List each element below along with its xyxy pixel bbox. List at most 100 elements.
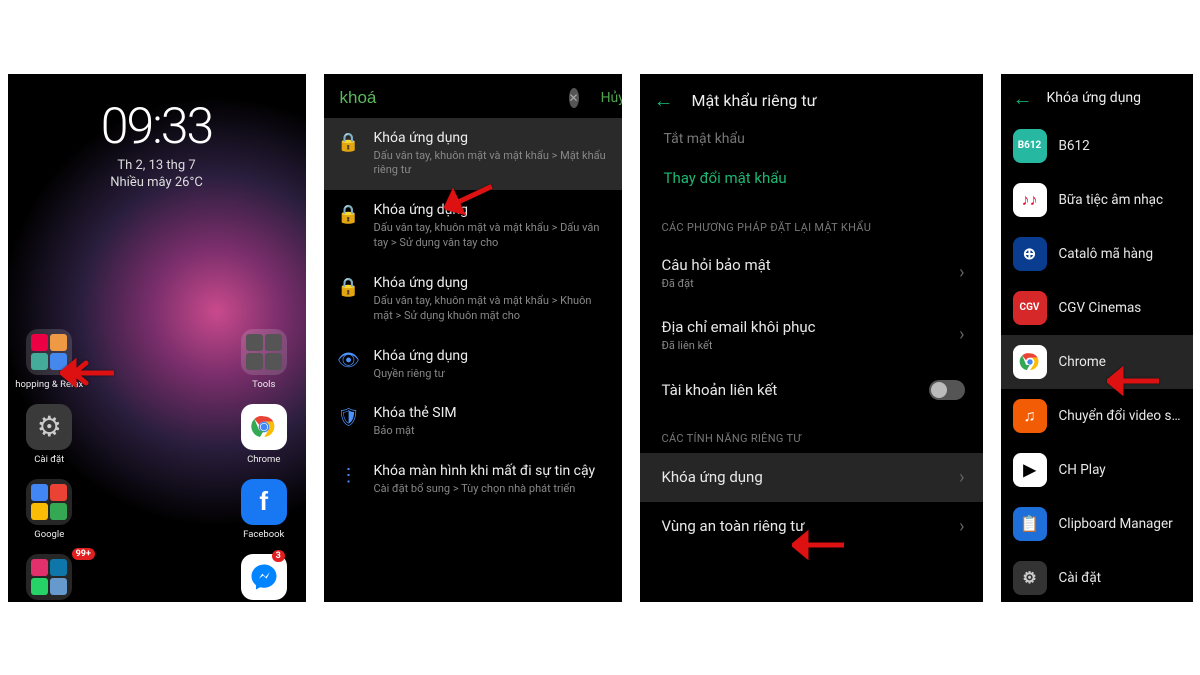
privacy-settings: ← Mật khẩu riêng tư Tắt mật khẩu Thay đổ… [640, 74, 983, 602]
row-title: Tài khoản liên kết [662, 381, 919, 399]
folder-label: hopping & Relax [15, 379, 83, 390]
app-icon: CGV [1013, 291, 1047, 325]
app-label: Catalô mã hàng [1059, 246, 1185, 262]
search-bar: ✕ Hủy [324, 74, 622, 118]
app-lock-row[interactable]: Khóa ứng dụng › [640, 453, 983, 502]
row-sub: Đã đặt [662, 277, 950, 290]
search-result[interactable]: ⋮ Khóa màn hình khi mất đi sự tin cậy Cà… [324, 451, 622, 509]
page-title: Khóa ứng dụng [1047, 90, 1142, 106]
result-title: Khóa thẻ SIM [374, 405, 608, 421]
result-sub: Dấu vân tay, khuôn mặt và mật khẩu > Mật… [374, 149, 608, 179]
row-title: Khóa ứng dụng [662, 468, 950, 486]
row-title: Câu hỏi bảo mật [662, 256, 950, 274]
recovery-email-row[interactable]: Địa chỉ email khôi phục Đã liên kết › [640, 304, 983, 366]
app-row[interactable]: ⚙Cài đặt [1001, 551, 1193, 602]
app-label: Chrome [1059, 354, 1185, 370]
app-row[interactable]: ♫Chuyển đổi video sang [1001, 389, 1193, 443]
app-icon: ▶ [1013, 453, 1047, 487]
app-lock-list: ← Khóa ứng dụng B612B612 ♪♪ Bữa tiệc âm nh… [1001, 74, 1193, 602]
badge: 99+ [72, 548, 95, 560]
toggle-switch[interactable] [929, 380, 965, 400]
app-row[interactable]: CGV CGV Cinemas [1001, 281, 1193, 335]
back-icon[interactable]: ← [1013, 86, 1033, 111]
folder-icon [26, 479, 72, 525]
app-list: B612B612 ♪♪ Bữa tiệc âm nhạc ⊕ Catalô mã hàn… [1001, 119, 1193, 602]
app-chrome[interactable]: Chrome [228, 404, 300, 465]
row-title: Vùng an toàn riêng tư [662, 517, 950, 535]
row-title: Địa chỉ email khôi phục [662, 318, 950, 336]
home-grid: hopping & Relax Tools Cài đặt Chrome Goo… [8, 329, 306, 602]
folder-google[interactable]: Google [14, 479, 86, 540]
app-label: Clipboard Manager [1059, 516, 1185, 532]
lock-icon: 🔒 [338, 130, 360, 153]
clock-date: Th 2, 13 thg 7 [8, 158, 306, 173]
app-settings[interactable]: Cài đặt [14, 404, 86, 465]
result-title: Khóa ứng dụng [374, 202, 608, 218]
folder-tools[interactable]: Tools [228, 329, 300, 390]
app-label: Cài đặt [34, 454, 64, 465]
app-label: Chrome [247, 454, 280, 465]
folder-shopping[interactable]: hopping & Relax [14, 329, 86, 390]
chevron-right-icon: › [959, 516, 964, 537]
search-input[interactable] [340, 88, 561, 108]
chevron-right-icon: › [959, 262, 964, 283]
search-result[interactable]: 🛡 Khóa thẻ SIM Bảo mật [324, 393, 622, 451]
chrome-icon [241, 404, 287, 450]
app-facebook[interactable]: f Facebook [228, 479, 300, 540]
disable-password[interactable]: Tắt mật khẩu [640, 123, 983, 157]
app-messenger[interactable]: 3 Messenger [228, 554, 300, 602]
back-icon[interactable]: ← [654, 88, 674, 113]
lock-icon: 🛡 [338, 405, 360, 428]
badge: 3 [272, 550, 285, 562]
result-sub: Cài đặt bổ sung > Tùy chọn nhà phát triể… [374, 482, 608, 497]
app-row[interactable]: 📋 Clipboard Manager [1001, 497, 1193, 551]
app-row[interactable]: Chrome [1001, 335, 1193, 389]
app-label: Chuyển đổi video sang [1059, 408, 1185, 424]
weather-text: Nhiều mây 26°C [8, 175, 306, 190]
app-label: B612 [1059, 138, 1185, 154]
result-sub: Dấu vân tay, khuôn mặt và mật khẩu > Dấu… [374, 221, 608, 251]
folder-icon [26, 554, 72, 600]
lock-icon: 🔒 [338, 275, 360, 298]
messenger-icon: 3 [241, 554, 287, 600]
lock-icon: 👁 [338, 348, 360, 371]
folder-icon [26, 329, 72, 375]
app-label: Bữa tiệc âm nhạc [1059, 192, 1185, 208]
result-sub: Quyền riêng tư [374, 367, 608, 382]
private-safe-row[interactable]: Vùng an toàn riêng tư › [640, 502, 983, 551]
section-reset: CÁC PHƯƠNG PHÁP ĐẶT LẠI MẬT KHẨU [640, 203, 983, 242]
search-result[interactable]: 🔒 Khóa ứng dụng Dấu vân tay, khuôn mặt v… [324, 190, 622, 263]
section-privacy: CÁC TÍNH NĂNG RIÊNG TƯ [640, 414, 983, 453]
search-result[interactable]: 🔒 Khóa ứng dụng Dấu vân tay, khuôn mặt v… [324, 118, 622, 191]
app-icon: ♪♪ [1013, 183, 1047, 217]
facebook-icon: f [241, 479, 287, 525]
cancel-button[interactable]: Hủy [595, 90, 622, 106]
result-sub: Bảo mật [374, 424, 608, 439]
app-label: Facebook [243, 529, 284, 540]
linked-account-row[interactable]: Tài khoản liên kết [640, 366, 983, 414]
folder-icon [241, 329, 287, 375]
folder-label: Google [34, 529, 64, 540]
page-title: Mật khẩu riêng tư [692, 91, 817, 110]
search-result[interactable]: 🔒 Khóa ứng dụng Dấu vân tay, khuôn mặt v… [324, 263, 622, 336]
row-sub: Đã liên kết [662, 339, 950, 352]
app-row[interactable]: B612B612 [1001, 119, 1193, 173]
app-row[interactable]: ▶CH Play [1001, 443, 1193, 497]
security-question-row[interactable]: Câu hỏi bảo mật Đã đặt › [640, 242, 983, 304]
app-icon [1013, 345, 1047, 379]
result-title: Khóa màn hình khi mất đi sự tin cậy [374, 463, 608, 479]
result-title: Khóa ứng dụng [374, 130, 608, 146]
app-label: Cài đặt [1059, 570, 1185, 586]
clear-icon[interactable]: ✕ [569, 88, 579, 108]
search-result[interactable]: 👁 Khóa ứng dụng Quyền riêng tư [324, 336, 622, 394]
app-label: CGV Cinemas [1059, 300, 1185, 316]
folder-social[interactable]: 99+ Social [14, 554, 86, 602]
settings-search: ✕ Hủy 🔒 Khóa ứng dụng Dấu vân tay, khuôn… [324, 74, 622, 602]
app-row[interactable]: ⊕ Catalô mã hàng [1001, 227, 1193, 281]
app-row[interactable]: ♪♪ Bữa tiệc âm nhạc [1001, 173, 1193, 227]
change-password[interactable]: Thay đổi mật khẩu [640, 157, 983, 203]
app-icon: ⊕ [1013, 237, 1047, 271]
result-title: Khóa ứng dụng [374, 348, 608, 364]
app-icon: 📋 [1013, 507, 1047, 541]
chevron-right-icon: › [959, 467, 964, 488]
